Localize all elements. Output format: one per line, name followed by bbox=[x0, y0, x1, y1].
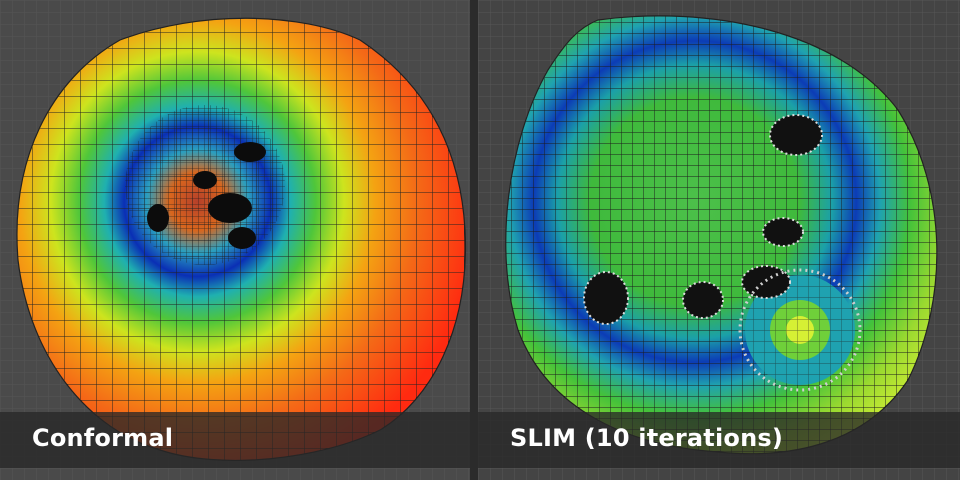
slim-caption-bar: SLIM (10 iterations) bbox=[478, 412, 960, 468]
conformal-caption-bar: Conformal bbox=[0, 412, 470, 468]
slim-mesh-render bbox=[478, 0, 960, 480]
conformal-caption: Conformal bbox=[32, 424, 174, 452]
comparison-figure: Conformal SLIM (10 iterations) bbox=[0, 0, 960, 480]
slim-caption: SLIM (10 iterations) bbox=[510, 424, 784, 452]
conformal-panel: Conformal bbox=[0, 0, 470, 480]
panel-divider bbox=[470, 0, 478, 480]
conformal-mesh-render bbox=[0, 0, 470, 480]
slim-panel: SLIM (10 iterations) bbox=[478, 0, 960, 480]
